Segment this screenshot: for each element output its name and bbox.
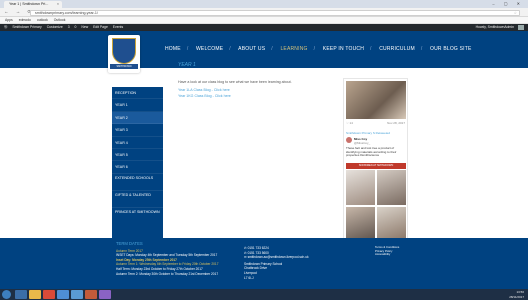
wp-comments-count[interactable]: 0 bbox=[75, 25, 77, 29]
tweet-photo[interactable] bbox=[346, 81, 406, 119]
nav-about-us[interactable]: ABOUT US bbox=[238, 46, 265, 52]
bookmark-apps[interactable]: Apps bbox=[5, 18, 13, 22]
sidebar-item-year-1[interactable]: YEAR 1 bbox=[112, 99, 163, 112]
footer-links-column: Terms & Conditions Privacy Policy Access… bbox=[375, 245, 415, 257]
wp-events[interactable]: Events bbox=[113, 25, 123, 29]
avatar[interactable] bbox=[518, 25, 524, 30]
os-taskbar: 13:56 28/11/2017 bbox=[0, 289, 528, 300]
nav-keep-in-touch[interactable]: KEEP IN TOUCH bbox=[323, 46, 364, 52]
tweet-handle[interactable]: @MissCoy_ bbox=[354, 141, 370, 145]
powerpoint-icon[interactable] bbox=[85, 290, 97, 299]
tweet-photo-4[interactable] bbox=[346, 207, 375, 240]
crest-ribbon: SMITHDOWN bbox=[110, 64, 138, 69]
author-avatar[interactable] bbox=[346, 137, 352, 143]
url-field[interactable]: smithdownprimary.com/learning-year-1/ ☆ bbox=[30, 9, 520, 16]
page-title-area: YEAR 1 bbox=[178, 62, 338, 68]
app-icon[interactable] bbox=[99, 290, 111, 299]
sidebar-item-year-5[interactable]: YEAR 5 bbox=[112, 149, 163, 162]
sidebar-item-year-4[interactable]: YEAR 4 bbox=[112, 137, 163, 149]
bookmark-star-icon[interactable]: ☆ bbox=[514, 11, 517, 16]
browser-tab[interactable]: Year 1 | Smithdown Pri... × bbox=[4, 1, 62, 8]
wp-edit-page[interactable]: Edit Page bbox=[93, 25, 108, 29]
class-blog-link-2[interactable]: Year 1KG Class Blog - Click here bbox=[178, 94, 231, 98]
bookmark-edmodo[interactable]: edmodo bbox=[19, 18, 31, 22]
tweet-counts: ♡ 14 bbox=[346, 121, 353, 125]
tweet-date: Nov 28, 2017 bbox=[387, 121, 405, 125]
tab-close-icon[interactable]: × bbox=[57, 1, 59, 8]
nav-home[interactable]: HOME bbox=[165, 46, 181, 52]
term-dates-column: TERM DATES Autumn Term 2017 INSET Days: … bbox=[116, 241, 246, 276]
twitter-feed-widget[interactable]: ♡ 14 Nov 28, 2017 Smithdown Primary S Re… bbox=[343, 78, 408, 243]
site-footer: TERM DATES Autumn Term 2017 INSET Days: … bbox=[0, 238, 528, 289]
email[interactable]: ✉ smithdown.ao@smithdown.liverpool.sch.u… bbox=[244, 255, 344, 260]
school-crest-logo[interactable]: SMITHDOWN bbox=[108, 35, 140, 73]
wp-site-name[interactable]: Smithdown Primary bbox=[12, 25, 41, 29]
nav-learning[interactable]: LEARNING bbox=[280, 46, 307, 52]
tweet-banner: SNOWMEN AT SMITHDOWN bbox=[346, 163, 406, 169]
address-line-4: L7 6LJ bbox=[244, 275, 254, 280]
bookmark-outlook-2[interactable]: Outlook bbox=[54, 18, 66, 22]
sidebar-item-reception[interactable]: RECEPTION bbox=[112, 87, 163, 100]
class-blog-link-1[interactable]: Year 1LA Class Blog - Click here bbox=[178, 88, 230, 92]
tab-title: Year 1 | Smithdown Pri... bbox=[9, 2, 49, 6]
year-sidebar: RECEPTION YEAR 1 YEAR 2 YEAR 3 YEAR 4 YE… bbox=[112, 87, 163, 255]
wp-customize[interactable]: Customize bbox=[47, 25, 63, 29]
address-bar-row: ← → ⟳ smithdownprimary.com/learning-year… bbox=[0, 8, 528, 17]
main-navigation: HOME / WELCOME / ABOUT US / LEARNING / KEEP … bbox=[165, 46, 472, 52]
url-text: smithdownprimary.com/learning-year-1/ bbox=[35, 10, 98, 15]
window-controls[interactable]: – ▢ ✕ bbox=[492, 1, 524, 6]
crest-shield-icon bbox=[112, 38, 136, 64]
term-line-6: Autumn Term 2: Monday 30th October to Th… bbox=[116, 271, 219, 276]
ie-icon[interactable] bbox=[15, 290, 27, 299]
sidebar-item-year-6[interactable]: YEAR 6 bbox=[112, 161, 163, 174]
system-clock[interactable]: 13:56 28/11/2017 bbox=[509, 290, 524, 299]
wp-admin-bar: Ⓦ Smithdown Primary Customize 3 0 New Ed… bbox=[0, 24, 528, 31]
sidebar-item-gifted-talented[interactable]: GIFTED & TALENTED bbox=[112, 191, 163, 208]
nav-welcome[interactable]: WELCOME bbox=[196, 46, 223, 52]
retweet-label: Smithdown Primary S Retweeted bbox=[346, 131, 391, 135]
link-accessibility[interactable]: Accessibility bbox=[375, 253, 415, 257]
start-button-icon[interactable] bbox=[2, 290, 11, 299]
contact-column: ✆ 0151 733 6224 ✆ 0151 733 5600 ✉ smithd… bbox=[244, 246, 344, 280]
media-icon[interactable] bbox=[43, 290, 55, 299]
folder-icon[interactable] bbox=[29, 290, 41, 299]
tweet-photo-2[interactable] bbox=[346, 170, 375, 205]
tweet-photo-3[interactable] bbox=[377, 170, 406, 205]
nav-curriculum[interactable]: CURRICULUM bbox=[379, 46, 415, 52]
bookmark-outlook[interactable]: outlook bbox=[37, 18, 48, 22]
tweet-text: These fact and lost tree a product of id… bbox=[346, 146, 397, 158]
word-icon[interactable] bbox=[71, 290, 83, 299]
clock-date: 28/11/2017 bbox=[509, 294, 524, 299]
chrome-icon[interactable] bbox=[57, 290, 69, 299]
page-intro: Have a look at our class blog to see wha… bbox=[178, 80, 292, 84]
wp-updates-count[interactable]: 3 bbox=[68, 25, 70, 29]
sidebar-item-year-3[interactable]: YEAR 3 bbox=[112, 124, 163, 137]
nav-blog-site[interactable]: OUR BLOG SITE bbox=[430, 46, 472, 52]
sidebar-item-princes[interactable]: PRINCES AT SMITHDOWN bbox=[112, 208, 163, 225]
sidebar-item-year-2[interactable]: YEAR 2 bbox=[112, 111, 163, 125]
wp-logo-icon[interactable]: Ⓦ bbox=[4, 25, 7, 29]
sidebar-item-extended-schools[interactable]: EXTENDED SCHOOLS bbox=[112, 174, 163, 191]
wp-new[interactable]: New bbox=[81, 25, 88, 29]
bookmarks-bar: Apps edmodo outlook Outlook bbox=[0, 17, 528, 24]
tweet-photo-5[interactable] bbox=[377, 207, 406, 240]
page-title: YEAR 1 bbox=[178, 62, 196, 68]
browser-tab-bar: Year 1 | Smithdown Pri... × – ▢ ✕ bbox=[0, 0, 528, 8]
term-dates-heading: TERM DATES bbox=[116, 241, 143, 246]
wp-howdy[interactable]: Howdy, SmithdownAdmin bbox=[476, 24, 514, 31]
